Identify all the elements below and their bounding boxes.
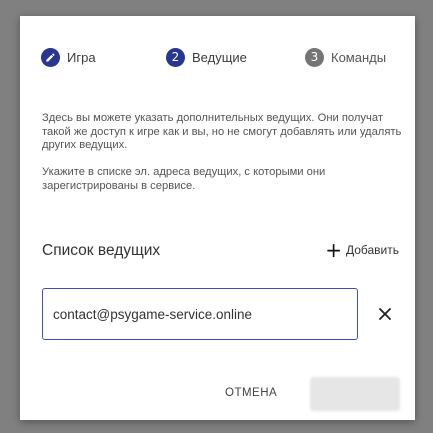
close-icon[interactable] xyxy=(377,306,393,322)
description-paragraph: Здесь вы можете указать дополнительных в… xyxy=(42,112,402,151)
plus-icon: + xyxy=(325,238,342,262)
stepper: Игра 2 Ведущие 3 Команды xyxy=(20,46,415,68)
step-game[interactable]: Игра xyxy=(41,46,96,68)
add-host-button[interactable]: + Добавить xyxy=(325,240,399,260)
pencil-icon xyxy=(41,47,60,67)
add-host-label: Добавить xyxy=(345,243,399,257)
step-label: Команды xyxy=(331,49,387,65)
step-number: 2 xyxy=(166,47,185,67)
add-hosts-dialog: Игра 2 Ведущие 3 Команды Здесь вы можете… xyxy=(20,16,415,420)
host-email-input[interactable] xyxy=(42,288,358,340)
step-teams[interactable]: 3 Команды xyxy=(305,46,386,68)
cancel-button[interactable]: ОТМЕНА xyxy=(225,387,277,399)
description-paragraph: Укажите в списке эл. адреса ведущих, с к… xyxy=(42,166,326,192)
next-button[interactable] xyxy=(310,377,400,411)
hosts-list-title: Список ведущих xyxy=(42,242,161,259)
step-hosts[interactable]: 2 Ведущие xyxy=(166,46,247,68)
step-label: Игра xyxy=(67,49,96,65)
step-number: 3 xyxy=(305,47,324,67)
step-label: Ведущие xyxy=(192,49,247,65)
dialog-actions: ОТМЕНА xyxy=(20,377,415,417)
